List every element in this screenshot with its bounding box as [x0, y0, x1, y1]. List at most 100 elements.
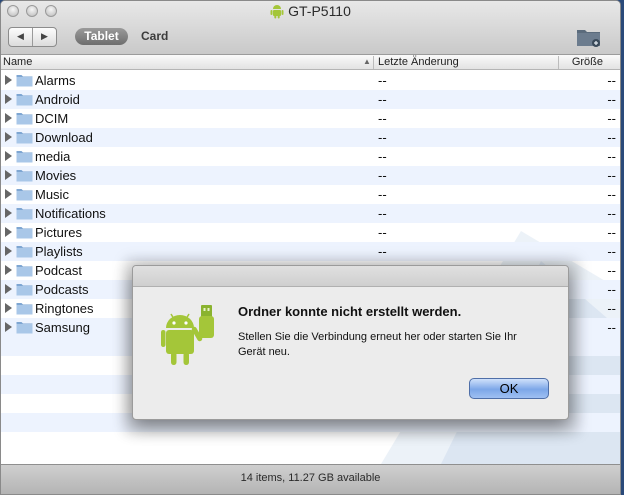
- list-item[interactable]: Download -- --: [1, 128, 620, 147]
- folder-icon: [16, 265, 33, 277]
- item-name: Podcast: [35, 263, 82, 278]
- item-date: --: [378, 73, 387, 88]
- window-title: GT-P5110: [1, 3, 620, 19]
- disclosure-triangle-icon[interactable]: [5, 170, 12, 180]
- item-date: --: [378, 206, 387, 221]
- folder-icon: [16, 322, 33, 334]
- folder-icon: [16, 227, 33, 239]
- forward-button[interactable]: ▶: [33, 28, 56, 46]
- disclosure-triangle-icon[interactable]: [5, 246, 12, 256]
- android-icon: [270, 5, 284, 19]
- item-size: --: [607, 130, 616, 145]
- folder-icon: [16, 151, 33, 163]
- column-header: Name ▲ Letzte Änderung Größe: [1, 55, 620, 70]
- item-size: --: [607, 301, 616, 316]
- list-item[interactable]: Android -- --: [1, 90, 620, 109]
- item-name: Playlists: [35, 244, 83, 259]
- column-date-header[interactable]: Letzte Änderung: [378, 56, 459, 68]
- item-size: --: [607, 187, 616, 202]
- list-item[interactable]: Movies -- --: [1, 166, 620, 185]
- folder-icon: [16, 113, 33, 125]
- disclosure-triangle-icon[interactable]: [5, 265, 12, 275]
- item-name: Download: [35, 130, 93, 145]
- disclosure-triangle-icon[interactable]: [5, 284, 12, 294]
- item-date: --: [378, 244, 387, 259]
- disclosure-triangle-icon[interactable]: [5, 94, 12, 104]
- folder-icon: [16, 303, 33, 315]
- item-size: --: [607, 73, 616, 88]
- dialog-title-bar: [133, 266, 568, 287]
- list-item[interactable]: DCIM -- --: [1, 109, 620, 128]
- disclosure-triangle-icon[interactable]: [5, 132, 12, 142]
- item-size: --: [607, 168, 616, 183]
- dialog-message: Stellen Sie die Verbindung erneut her od…: [238, 331, 517, 358]
- item-name: Android: [35, 92, 80, 107]
- item-size: --: [607, 149, 616, 164]
- status-bar: 14 items, 11.27 GB available: [1, 464, 620, 494]
- disclosure-triangle-icon[interactable]: [5, 322, 12, 332]
- android-usb-icon: [161, 305, 214, 365]
- item-size: --: [607, 111, 616, 126]
- status-text: 14 items, 11.27 GB available: [240, 472, 381, 484]
- folder-icon: [16, 284, 33, 296]
- ok-button[interactable]: OK: [469, 378, 549, 399]
- item-size: --: [607, 225, 616, 240]
- item-size: --: [607, 320, 616, 335]
- item-size: --: [607, 263, 616, 278]
- back-forward-control: ◀ ▶: [8, 27, 57, 47]
- back-button[interactable]: ◀: [9, 28, 33, 46]
- error-dialog: Ordner konnte nicht erstellt werden. Ste…: [132, 265, 569, 420]
- item-name: Pictures: [35, 225, 82, 240]
- forward-arrow-icon: ▶: [41, 32, 48, 42]
- item-name: Notifications: [35, 206, 106, 221]
- column-divider[interactable]: [558, 56, 559, 69]
- disclosure-triangle-icon[interactable]: [5, 113, 12, 123]
- folder-icon: [16, 208, 33, 220]
- column-divider[interactable]: [373, 56, 374, 69]
- folder-icon: [16, 170, 33, 182]
- folder-icon: [16, 132, 33, 144]
- disclosure-triangle-icon[interactable]: [5, 189, 12, 199]
- list-item[interactable]: Alarms -- --: [1, 71, 620, 90]
- column-size-header[interactable]: Größe: [572, 56, 603, 68]
- folder-icon: [16, 189, 33, 201]
- window-title-text: GT-P5110: [288, 3, 351, 19]
- new-folder-icon[interactable]: [576, 26, 602, 48]
- tab-card[interactable]: Card: [141, 28, 168, 45]
- list-item[interactable]: media -- --: [1, 147, 620, 166]
- item-name: DCIM: [35, 111, 69, 126]
- item-name: Alarms: [35, 73, 76, 88]
- disclosure-triangle-icon[interactable]: [5, 227, 12, 237]
- item-name: Ringtones: [35, 301, 94, 316]
- column-name-header[interactable]: Name: [3, 56, 32, 68]
- item-name: Movies: [35, 168, 77, 183]
- item-date: --: [378, 187, 387, 202]
- dialog-title: Ordner konnte nicht erstellt werden.: [238, 304, 462, 319]
- back-arrow-icon: ◀: [17, 32, 24, 42]
- sort-ascending-icon: ▲: [363, 57, 371, 66]
- item-size: --: [607, 206, 616, 221]
- folder-icon: [16, 94, 33, 106]
- list-item[interactable]: Pictures -- --: [1, 223, 620, 242]
- disclosure-triangle-icon[interactable]: [5, 208, 12, 218]
- disclosure-triangle-icon[interactable]: [5, 151, 12, 161]
- item-size: --: [607, 92, 616, 107]
- item-date: --: [378, 149, 387, 164]
- item-date: --: [378, 111, 387, 126]
- disclosure-triangle-icon[interactable]: [5, 75, 12, 85]
- tab-tablet[interactable]: Tablet: [75, 28, 128, 45]
- folder-icon: [16, 75, 33, 87]
- item-date: --: [378, 225, 387, 240]
- list-item[interactable]: Music -- --: [1, 185, 620, 204]
- item-date: --: [378, 130, 387, 145]
- item-date: --: [378, 92, 387, 107]
- item-size: --: [607, 244, 616, 259]
- title-bar: GT-P5110 ◀ ▶ Tablet Card: [1, 1, 620, 55]
- item-name: Samsung: [35, 320, 90, 335]
- item-name: Music: [35, 187, 69, 202]
- item-size: --: [607, 282, 616, 297]
- disclosure-triangle-icon[interactable]: [5, 303, 12, 313]
- item-date: --: [378, 168, 387, 183]
- list-item[interactable]: Notifications -- --: [1, 204, 620, 223]
- folder-icon: [16, 246, 33, 258]
